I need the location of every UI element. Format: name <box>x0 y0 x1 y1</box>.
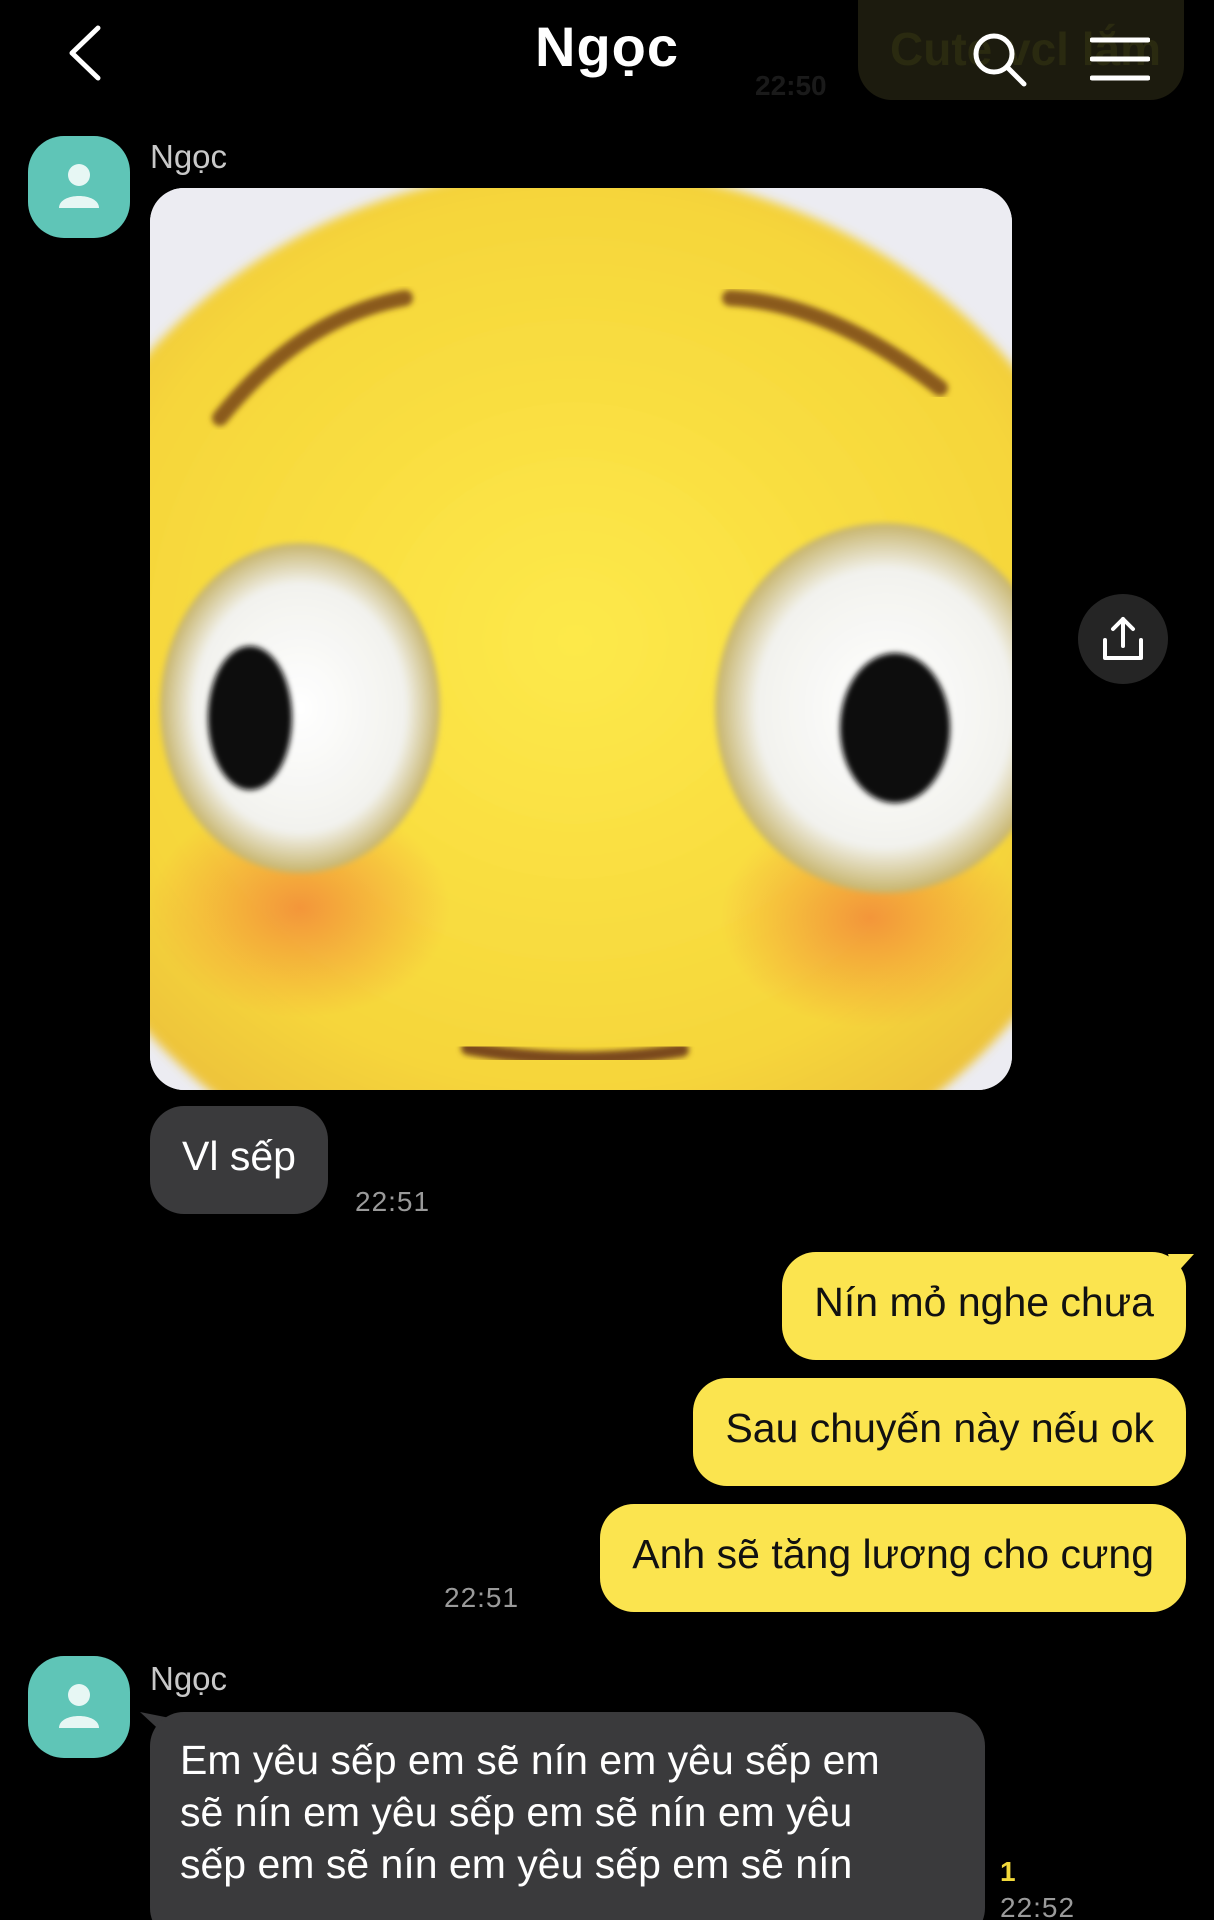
bubble-tail <box>1168 1254 1194 1276</box>
sender-name: Ngọc <box>150 1660 228 1697</box>
search-button[interactable] <box>970 30 1030 90</box>
message-time: 22:51 <box>444 1582 520 1613</box>
message-text-line: Em yêu sếp em sẽ nín em yêu sếp em <box>180 1737 880 1783</box>
person-icon <box>59 164 99 208</box>
message-bubble[interactable]: Em yêu sếp em sẽ nín em yêu sếp em sẽ ní… <box>150 1712 985 1920</box>
menu-icon <box>1089 37 1151 81</box>
message-text: Anh sẽ tăng lương cho cưng <box>632 1531 1154 1577</box>
message-time: 22:51 <box>355 1186 431 1217</box>
unread-count: 1 <box>1000 1856 1016 1887</box>
message-time: 22:52 <box>1000 1892 1076 1920</box>
pinned-message-time: 22:50 <box>755 70 827 101</box>
message-text-line: sếp em sẽ nín em yêu sếp em sẽ nín <box>180 1841 853 1887</box>
sender-name: Ngọc <box>150 138 228 175</box>
search-icon <box>973 33 1027 87</box>
message-bubble-outgoing[interactable]: Anh sẽ tăng lương cho cưng <box>600 1504 1186 1612</box>
blushing-emoji-image <box>150 188 1012 1090</box>
message-bubble[interactable]: Vl sếp <box>150 1106 328 1214</box>
chat-header: Ngọc Cute vcl lắm 22:50 <box>0 0 1214 120</box>
person-icon <box>59 1684 99 1728</box>
message-bubble-outgoing[interactable]: Nín mỏ nghe chưa <box>782 1252 1186 1360</box>
message-text-line: sẽ nín em yêu sếp em sẽ nín em yêu <box>180 1789 853 1835</box>
share-icon <box>1103 617 1143 660</box>
avatar[interactable] <box>28 1656 130 1758</box>
message-text: Vl sếp <box>182 1133 296 1179</box>
image-message[interactable] <box>150 188 1012 1090</box>
message-text: Nín mỏ nghe chưa <box>814 1279 1154 1325</box>
message-text: Sau chuyến này nếu ok <box>725 1405 1154 1451</box>
menu-button[interactable] <box>1089 34 1151 84</box>
avatar[interactable] <box>28 136 130 238</box>
message-bubble-outgoing[interactable]: Sau chuyến này nếu ok <box>693 1378 1186 1486</box>
share-button[interactable] <box>1078 594 1168 684</box>
